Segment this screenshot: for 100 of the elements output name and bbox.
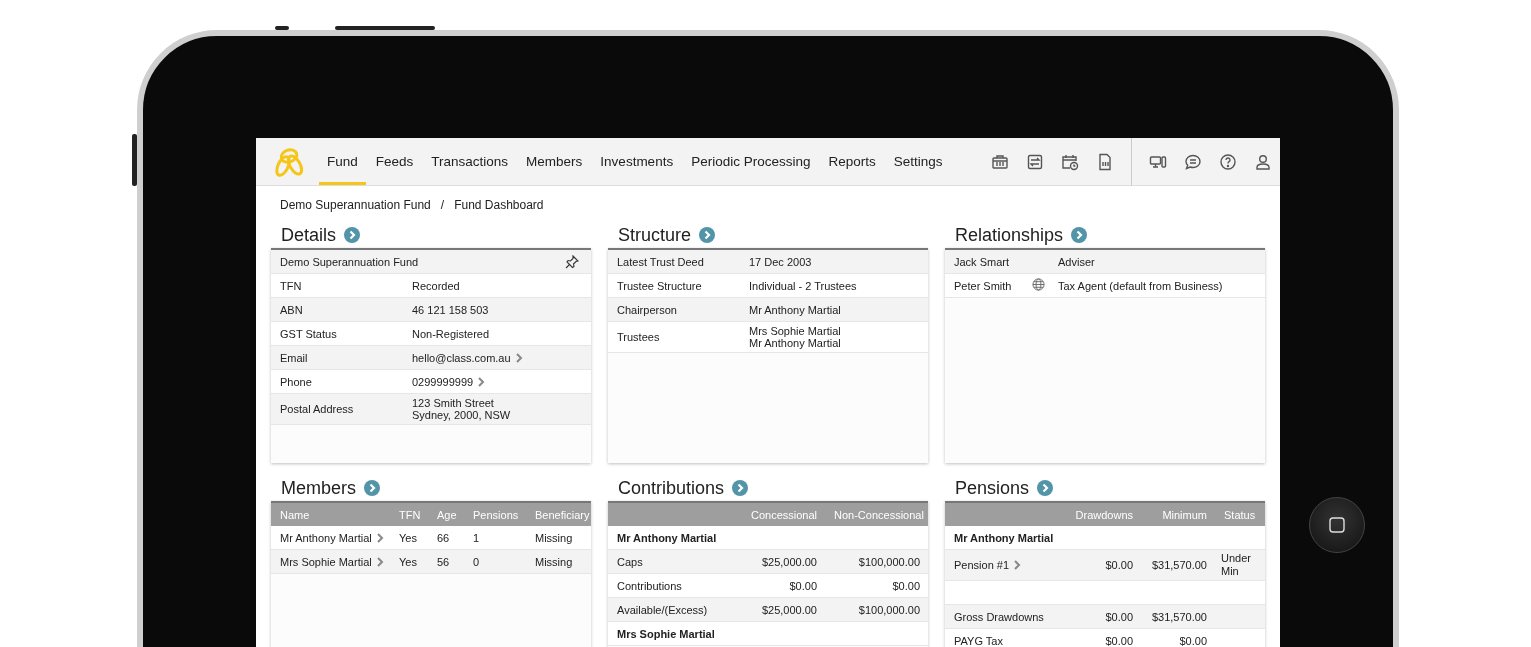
column-header: Drawdowns [1074, 508, 1134, 521]
table-cell-text: $0.00 [1104, 610, 1134, 623]
table-cell-text: 0 [472, 555, 481, 568]
field-label: Phone [279, 375, 313, 388]
breadcrumb-link[interactable]: Fund Dashboard [454, 198, 544, 214]
column-header: Name [279, 508, 311, 521]
column-header: Non-Concessional [833, 508, 925, 521]
toolbox-icon[interactable] [990, 152, 1009, 171]
transfer-icon[interactable] [1025, 152, 1044, 171]
value-text: 17 Dec 2003 [749, 255, 812, 268]
arrow-right-icon[interactable] [344, 227, 361, 243]
member-name: Mr Anthony Martial [953, 531, 1055, 544]
arrow-right-icon[interactable] [1037, 480, 1054, 496]
value-text: 0299999999 [412, 375, 474, 388]
member-name: Mrs Sophie Martial [616, 627, 716, 640]
globe-icon [1032, 278, 1045, 291]
field-label: Latest Trust Deed [616, 255, 705, 268]
table-cell-text: $0.00 [1178, 634, 1208, 647]
value-text: 123 Smith Street [412, 397, 495, 409]
table-cell-text: 66 [436, 531, 451, 544]
table-cell-text: Yes [398, 555, 418, 568]
table-cell-text: $100,000.00 [857, 555, 921, 568]
field-label: GST Status [279, 327, 338, 340]
help-icon[interactable] [1218, 152, 1237, 171]
contact-name[interactable]: Peter Smith [945, 279, 1023, 292]
pin-icon[interactable] [565, 254, 579, 269]
row-label: Available/(Excess) [617, 603, 708, 616]
arrow-right-icon[interactable] [1071, 227, 1088, 243]
value-text: 46 121 158 503 [412, 303, 489, 316]
arrow-right-icon[interactable] [364, 480, 380, 496]
column-header: Minimum [1161, 508, 1208, 521]
table-cell-text: Missing [534, 555, 574, 568]
field-label: Trustee Structure [616, 279, 703, 292]
breadcrumb-link[interactable]: Demo Superannuation Fund [280, 198, 431, 214]
member-name[interactable]: Mrs Sophie Martial [280, 555, 372, 568]
table-cell-text: $0.00 [788, 579, 818, 592]
table-cell-text: 1 [472, 531, 481, 544]
value-text: Non-Registered [412, 327, 490, 340]
value-text: Recorded [412, 279, 460, 292]
user-icon[interactable] [1253, 152, 1272, 171]
nav-tab[interactable]: Fund [319, 138, 366, 185]
chevron-icon[interactable] [515, 352, 523, 363]
chevron-icon[interactable] [478, 376, 486, 387]
chevron-icon[interactable] [376, 532, 384, 543]
arrow-right-icon[interactable] [732, 480, 749, 496]
arrow-right-icon[interactable] [699, 227, 716, 243]
table-cell-text: Missing [534, 531, 574, 544]
row-label: Gross Drawdowns [954, 610, 1044, 623]
nav-tab[interactable]: Transactions [423, 138, 517, 185]
section-title: Members [281, 477, 356, 499]
value-text: Mrs Sophie Martial [749, 325, 841, 337]
field-label: Email [279, 351, 309, 364]
member-name[interactable]: Mr Anthony Martial [280, 531, 372, 544]
table-cell-text: Yes [398, 531, 418, 544]
row-label: PAYG Tax [954, 634, 1003, 647]
nav-tab[interactable]: Investments [592, 138, 682, 185]
field-label: ABN [279, 303, 304, 316]
value-text: Sydney, 2000, NSW [412, 409, 511, 421]
table-cell-text: $0.00 [1104, 559, 1134, 572]
nav-tab[interactable]: Feeds [367, 138, 422, 185]
row-label[interactable]: Pension #1 [954, 559, 1010, 572]
column-header: TFN [398, 508, 422, 521]
calendar-clock-icon[interactable] [1060, 152, 1079, 171]
field-label: Chairperson [616, 303, 678, 316]
table-cell-text: 56 [436, 555, 451, 568]
section-title: Contributions [618, 477, 725, 499]
contact-name[interactable]: Jack Smart [945, 255, 1023, 268]
table-cell-text: $25,000.00 [760, 555, 818, 568]
value-text: Individual - 2 Trustees [749, 279, 857, 292]
breadcrumb-separator: / [440, 198, 445, 214]
chat-icon[interactable] [1183, 152, 1202, 171]
nav-tab[interactable]: Settings [885, 138, 951, 185]
value-text: Mr Anthony Martial [749, 337, 841, 349]
nav-tab[interactable]: Reports [820, 138, 884, 185]
column-header: Status [1223, 508, 1257, 521]
value-text: hello@class.com.au [412, 351, 511, 364]
table-cell-text: $31,570.00 [1150, 610, 1208, 623]
section-title: Relationships [955, 224, 1064, 246]
column-header: Age [436, 508, 458, 521]
chevron-icon[interactable] [1014, 560, 1022, 571]
section-title: Details [281, 224, 337, 246]
role-text: Tax Agent (default from Business) [1057, 279, 1224, 292]
field-label: Trustees [616, 331, 661, 343]
table-cell-text: Under Min [1220, 551, 1252, 580]
value-text: Mr Anthony Martial [749, 303, 841, 316]
role-text: Adviser [1057, 255, 1096, 268]
square-icon [1327, 516, 1346, 534]
table-cell-text: $31,570.00 [1150, 559, 1208, 572]
nav-tab[interactable]: Members [518, 138, 591, 185]
row-label: Contributions [617, 579, 682, 592]
member-name: Mr Anthony Martial [616, 531, 718, 544]
chevron-icon[interactable] [376, 556, 384, 567]
column-header: Concessional [749, 508, 818, 521]
field-label: TFN [279, 279, 303, 292]
table-cell-text: $100,000.00 [857, 603, 921, 616]
table-cell-text: $0.00 [1104, 634, 1134, 647]
fund-name: Demo Superannuation Fund [280, 255, 419, 268]
field-label: Postal Address [279, 403, 355, 415]
column-header: Beneficiary [534, 508, 591, 521]
nav-tab[interactable]: Periodic Processing [683, 138, 819, 185]
